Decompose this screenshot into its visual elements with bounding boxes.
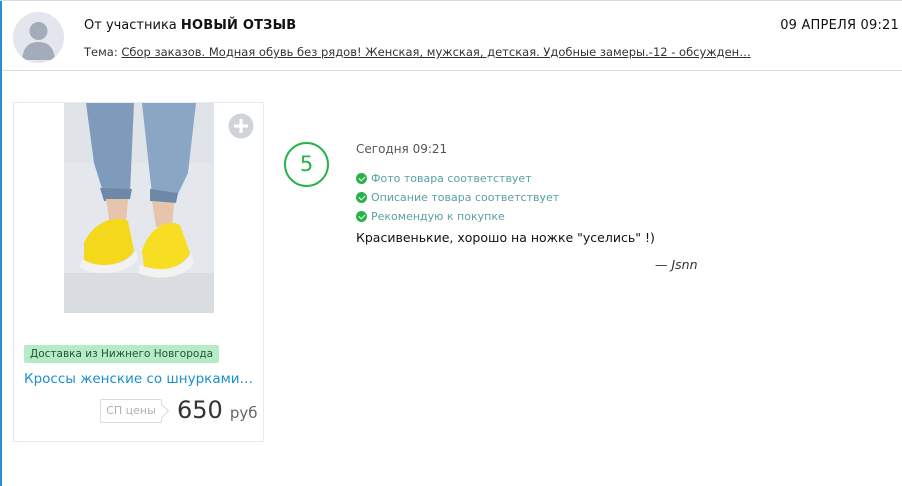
sender-line: От участника НОВЫЙ ОТЗЫВ xyxy=(84,18,296,33)
message-title: НОВЫЙ ОТЗЫВ xyxy=(180,18,297,33)
check-circle-icon xyxy=(356,173,367,184)
product-image[interactable] xyxy=(64,103,214,313)
review-checklist: Фото товара соответствует Описание товар… xyxy=(356,169,559,226)
check-item-description: Описание товара соответствует xyxy=(356,188,559,207)
product-title-link[interactable]: Кроссы женские со шнурками 1… xyxy=(24,371,256,387)
rating-badge: 5 xyxy=(284,142,329,187)
review-text: Красивенькие, хорошо на ножке "уселись" … xyxy=(356,230,655,245)
price-value: 650 xyxy=(177,396,223,424)
topic-link[interactable]: Сбор заказов. Модная обувь без рядов! Же… xyxy=(121,45,750,59)
user-silhouette-icon xyxy=(13,12,64,63)
avatar[interactable] xyxy=(13,12,64,63)
message-date: 09 АПРЕЛЯ 09:21 xyxy=(780,18,899,33)
product-price: 650 руб xyxy=(177,396,258,424)
check-label: Описание товара соответствует xyxy=(371,191,560,204)
topic-label: Тема: xyxy=(84,45,118,59)
sender-prefix: От участника xyxy=(84,18,177,33)
sneakers-photo-icon xyxy=(64,103,214,313)
add-to-favorites-icon[interactable] xyxy=(228,113,254,139)
check-circle-icon xyxy=(356,192,367,203)
left-accent-border xyxy=(0,0,2,486)
topic-line: Тема: Сбор заказов. Модная обувь без ряд… xyxy=(84,45,770,59)
message-header: От участника НОВЫЙ ОТЗЫВ 09 АПРЕЛЯ 09:21… xyxy=(2,1,902,71)
check-item-recommend: Рекомендую к покупке xyxy=(356,207,559,226)
delivery-badge: Доставка из Нижнего Новгорода xyxy=(24,345,220,363)
sp-price-badge: СП цены xyxy=(100,399,162,423)
product-card: Доставка из Нижнего Новгорода Кроссы жен… xyxy=(13,102,264,442)
plus-circle-icon xyxy=(228,113,254,139)
price-currency: руб xyxy=(229,404,258,422)
check-item-photo: Фото товара соответствует xyxy=(356,169,559,188)
check-label: Фото товара соответствует xyxy=(371,172,532,185)
check-circle-icon xyxy=(356,211,367,222)
review-time: Сегодня 09:21 xyxy=(356,142,448,156)
review-author: — Jsnn xyxy=(655,257,698,272)
check-label: Рекомендую к покупке xyxy=(371,210,505,223)
